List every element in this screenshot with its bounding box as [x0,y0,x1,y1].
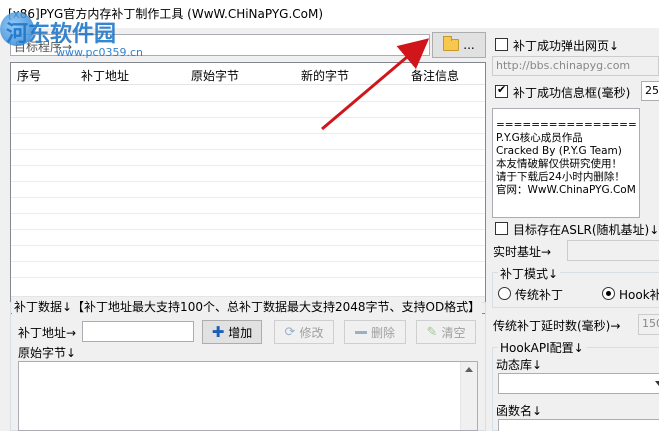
msg-line: P.Y.G核心成员作品 [496,132,583,144]
broom-icon: ✎ [426,324,438,340]
hook-patch-label: Hook补丁 [619,288,659,302]
msg-line: Cracked By (P.Y.G Team) [496,145,622,157]
table-grid-line [11,165,485,166]
scroll-up-icon[interactable] [465,367,473,372]
add-button[interactable]: ✚ 增加 [202,320,262,344]
msg-line: ================ [496,119,637,131]
add-button-label: 增加 [228,325,253,340]
msgbox-checkbox[interactable] [495,83,508,98]
base-address-input[interactable] [567,240,659,261]
table-grid-line [11,245,485,246]
original-bytes-textarea[interactable] [18,361,478,431]
msg-line: 本友情破解仅供研究使用！ [496,158,622,170]
watermark-text: 河东软件园 [6,21,117,47]
col-new-bytes[interactable]: 新的字节 [301,67,349,84]
delay-label: 传统补丁延时数(毫秒)→ [493,319,621,333]
watermark-url: www.pc0359.cn [56,46,144,59]
table-grid-line [11,181,485,182]
table-grid-line [11,101,485,102]
chevron-down-icon [655,381,659,386]
browse-button-label: ... [463,38,475,52]
popup-webpage-label: 补丁成功弹出网页↓ [513,39,620,53]
msgbox-label: 补丁成功信息框(毫秒) [513,86,631,100]
modify-button-label: 修改 [299,325,324,340]
table-grid-line [11,149,485,150]
patch-address-input[interactable] [82,321,194,342]
aslr-checkbox[interactable] [495,222,508,235]
dll-combobox[interactable] [498,373,659,394]
plus-icon: ✚ [211,322,225,341]
options-panel: 补丁成功弹出网页↓ http://bbs.chinapyg.com 补丁成功信息… [490,28,659,431]
patch-mode-legend: 补丁模式↓ [498,265,561,282]
col-index[interactable]: 序号 [17,67,41,84]
col-remark[interactable]: 备注信息 [411,67,459,84]
base-address-label: 实时基址→ [493,245,552,259]
col-patch-address[interactable]: 补丁地址 [81,67,129,84]
main-window: 目标程序→ ... 序号 补丁地址 原始字节 新的字节 备注信息 补丁数据↓【补… [0,28,659,431]
popup-url-input[interactable]: http://bbs.chinapyg.com [492,56,659,76]
msg-line: 请于下载后24小时内删除！ [496,171,625,183]
table-grid-line [11,277,485,278]
traditional-patch-radio[interactable] [498,287,511,300]
table-grid-line [11,213,485,214]
table-grid-line [11,197,485,198]
table-header: 序号 补丁地址 原始字节 新的字节 备注信息 [11,63,485,85]
clear-button-label: 清空 [441,325,466,340]
delay-input[interactable]: 150 [638,314,659,335]
original-bytes-label: 原始字节↓ [18,346,77,360]
dll-label: 动态库↓ [496,358,543,372]
aslr-label: 目标存在ASLR(随机基址)↓ [513,223,659,237]
clear-button[interactable]: ✎ 清空 [416,320,476,344]
delete-button[interactable]: 删除 [344,320,406,344]
minus-icon [354,330,367,334]
table-grid-line [11,117,485,118]
popup-webpage-checkbox[interactable] [495,38,508,51]
msgbox-text[interactable]: ================ P.Y.G核心成员作品 Cracked By … [492,108,640,218]
textarea-vertical-scrollbar[interactable] [460,362,477,430]
patch-address-label: 补丁地址→ [18,326,77,340]
delete-button-label: 删除 [370,325,395,340]
folder-open-icon [443,36,460,51]
browse-button[interactable]: ... [432,32,486,58]
msgbox-ms-input[interactable]: 250 [641,81,659,101]
hook-patch-radio[interactable] [602,287,615,300]
msg-line: 官网：WwW.ChinaPYG.CoM [496,184,636,196]
table-grid-line [11,229,485,230]
table-grid-line [11,133,485,134]
patch-table[interactable]: 序号 补丁地址 原始字节 新的字节 备注信息 [10,62,486,314]
modify-button[interactable]: ⟳ 修改 [274,320,334,344]
patch-data-title: 补丁数据↓【补丁地址最大支持100个、总补丁数据最大支持2048字节、支持OD格… [12,298,483,315]
function-combobox[interactable] [498,419,659,431]
function-label: 函数名↓ [496,404,543,418]
refresh-icon: ⟳ [284,324,296,340]
table-grid-line [11,261,485,262]
traditional-patch-label: 传统补丁 [515,288,564,302]
hookapi-legend: HookAPI配置↓ [498,339,586,356]
col-original-bytes[interactable]: 原始字节 [191,67,239,84]
